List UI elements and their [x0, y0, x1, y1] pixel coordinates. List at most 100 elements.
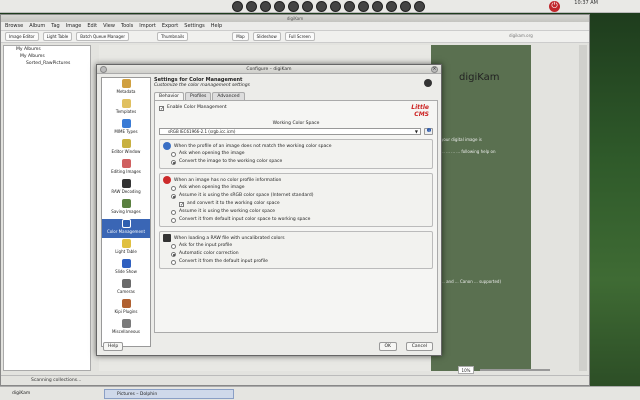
page-editing-images[interactable]: Editing Images	[102, 159, 150, 178]
app-icon[interactable]	[246, 1, 257, 12]
menu-tag[interactable]: Tag	[51, 23, 59, 29]
camera-icon	[121, 279, 131, 288]
no-profile-option-convert-default[interactable]: Convert it from default input color spac…	[163, 216, 429, 224]
page-templates[interactable]: Templates	[102, 99, 150, 118]
help-button[interactable]: Help	[103, 342, 124, 351]
thumbnails-button[interactable]: Thumbnails	[156, 32, 189, 41]
raw-option-ask[interactable]: Ask for the input profile	[163, 242, 429, 250]
page-label: Cameras	[117, 289, 135, 294]
tab-profiles[interactable]: Profiles	[184, 92, 212, 100]
page-kipi-plugins[interactable]: Kipi Plugins	[102, 299, 150, 318]
menu-album[interactable]: Album	[29, 23, 45, 29]
no-profile-option-ask[interactable]: Ask when opening the image	[163, 184, 429, 192]
ok-button[interactable]: OK	[378, 342, 397, 351]
app-icon[interactable]	[316, 1, 327, 12]
slideshow-button[interactable]: Slideshow	[252, 32, 281, 41]
map-button[interactable]: Map	[232, 32, 249, 41]
enable-color-management-checkbox[interactable]: ✓	[159, 105, 164, 111]
radio-button[interactable]	[171, 193, 176, 199]
right-sidebar[interactable]	[579, 45, 587, 371]
app-icon[interactable]	[372, 1, 383, 12]
tab-advanced[interactable]: Advanced	[212, 92, 245, 100]
menu-view[interactable]: View	[103, 23, 115, 29]
app-icon[interactable]	[232, 1, 243, 12]
menu-help[interactable]: Help	[211, 23, 222, 29]
radio-button[interactable]	[171, 243, 176, 249]
app-icon[interactable]	[302, 1, 313, 12]
zoom-field[interactable]: 10%	[458, 366, 474, 374]
raw-option-convert-default[interactable]: Convert it from the default input profil…	[163, 258, 429, 266]
option-label: Ask for the input profile	[179, 243, 233, 248]
menu-browse[interactable]: Browse	[5, 23, 23, 29]
app-icon[interactable]	[274, 1, 285, 12]
raw-option-automatic[interactable]: Automatic color correction	[163, 250, 429, 258]
mismatch-option-convert[interactable]: Convert the image to the working color s…	[163, 158, 429, 166]
app-icon[interactable]	[330, 1, 341, 12]
enable-color-management-row[interactable]: ✓ Enable Color Management	[159, 104, 433, 112]
menu-edit[interactable]: Edit	[87, 23, 97, 29]
mismatch-option-ask[interactable]: Ask when opening the image	[163, 150, 429, 158]
app-icon[interactable]	[260, 1, 271, 12]
raw-title: When loading a RAW file with uncalibrate…	[174, 235, 285, 241]
page-cameras[interactable]: Cameras	[102, 279, 150, 298]
page-light-table[interactable]: Light Table	[102, 239, 150, 258]
radio-button[interactable]	[171, 159, 176, 165]
tree-item[interactable]: My Albums	[4, 46, 90, 53]
working-color-space-label: Working Color Space	[272, 121, 320, 126]
slide-show-icon	[121, 259, 131, 268]
menu-export[interactable]: Export	[162, 23, 178, 29]
tab-bar: Behavior Profiles Advanced	[154, 92, 438, 100]
zoom-slider[interactable]	[480, 369, 550, 371]
page-editor-window[interactable]: Editor Window	[102, 139, 150, 158]
option-label: Ask when opening the image	[179, 185, 245, 190]
app-icon[interactable]	[386, 1, 397, 12]
app-icon[interactable]	[344, 1, 355, 12]
close-icon[interactable]: ×	[431, 66, 438, 73]
page-raw-decoding[interactable]: RAW Decoding	[102, 179, 150, 198]
radio-button[interactable]	[171, 259, 176, 265]
menu-settings[interactable]: Settings	[184, 23, 205, 29]
tree-item[interactable]: My Albums	[4, 53, 90, 60]
radio-button[interactable]	[171, 151, 176, 157]
radio-button[interactable]	[171, 209, 176, 215]
page-mime-types[interactable]: MIME Types	[102, 119, 150, 138]
full-screen-button[interactable]: Full Screen	[284, 32, 315, 41]
page-saving-images[interactable]: Saving Images	[102, 199, 150, 218]
tab-behavior[interactable]: Behavior	[154, 92, 184, 100]
power-icon[interactable]: ⏻	[549, 1, 560, 12]
menu-import[interactable]: Import	[139, 23, 156, 29]
window-menu-icon[interactable]	[100, 66, 107, 73]
tree-item[interactable]: Sorted_RawPictures	[4, 60, 90, 67]
app-icon[interactable]	[400, 1, 411, 12]
album-tree[interactable]: My Albums My Albums Sorted_RawPictures	[3, 45, 91, 371]
app-icon[interactable]	[288, 1, 299, 12]
no-profile-option-convert-working[interactable]: ✓ and convert it to the working color spa…	[163, 200, 429, 208]
clock[interactable]: 10:37 AM	[574, 1, 598, 6]
app-icon[interactable]	[358, 1, 369, 12]
radio-button[interactable]	[171, 251, 176, 257]
no-profile-option-assume-working[interactable]: Assume it is using the working color spa…	[163, 208, 429, 216]
working-color-space-select[interactable]: sRGB IEC61966-2.1 (srgb.icc.icm) ▼	[159, 128, 421, 135]
image-editor-button[interactable]: Image Editor	[5, 32, 39, 41]
profile-info-button[interactable]	[424, 128, 433, 135]
page-metadata[interactable]: Metadata	[102, 79, 150, 98]
task-digikam[interactable]: digiKam	[2, 389, 54, 399]
mismatch-header: When the profile of an image does not ma…	[163, 142, 429, 150]
task-dolphin[interactable]: Pictures – Dolphin	[104, 389, 234, 399]
radio-button[interactable]	[171, 185, 176, 191]
menu-tools[interactable]: Tools	[121, 23, 133, 29]
menu-image[interactable]: Image	[66, 23, 82, 29]
batch-queue-button[interactable]: Batch Queue Manager	[76, 32, 129, 41]
app-icon[interactable]	[414, 1, 425, 12]
radio-button[interactable]	[171, 217, 176, 223]
page-slide-show[interactable]: Slide Show	[102, 259, 150, 278]
no-profile-option-assume-srgb[interactable]: Assume it is using the sRGB color space …	[163, 192, 429, 200]
page-miscellaneous[interactable]: Miscellaneous	[102, 319, 150, 338]
page-label: Saving Images	[111, 209, 141, 214]
mismatch-icon	[163, 142, 171, 150]
cancel-button[interactable]: Cancel	[405, 342, 433, 351]
dialog-titlebar: Configure – digiKam ×	[97, 65, 441, 74]
page-color-management[interactable]: Color Management	[102, 219, 150, 238]
light-table-button[interactable]: Light Table	[42, 32, 73, 41]
convert-checkbox[interactable]: ✓	[179, 201, 184, 207]
